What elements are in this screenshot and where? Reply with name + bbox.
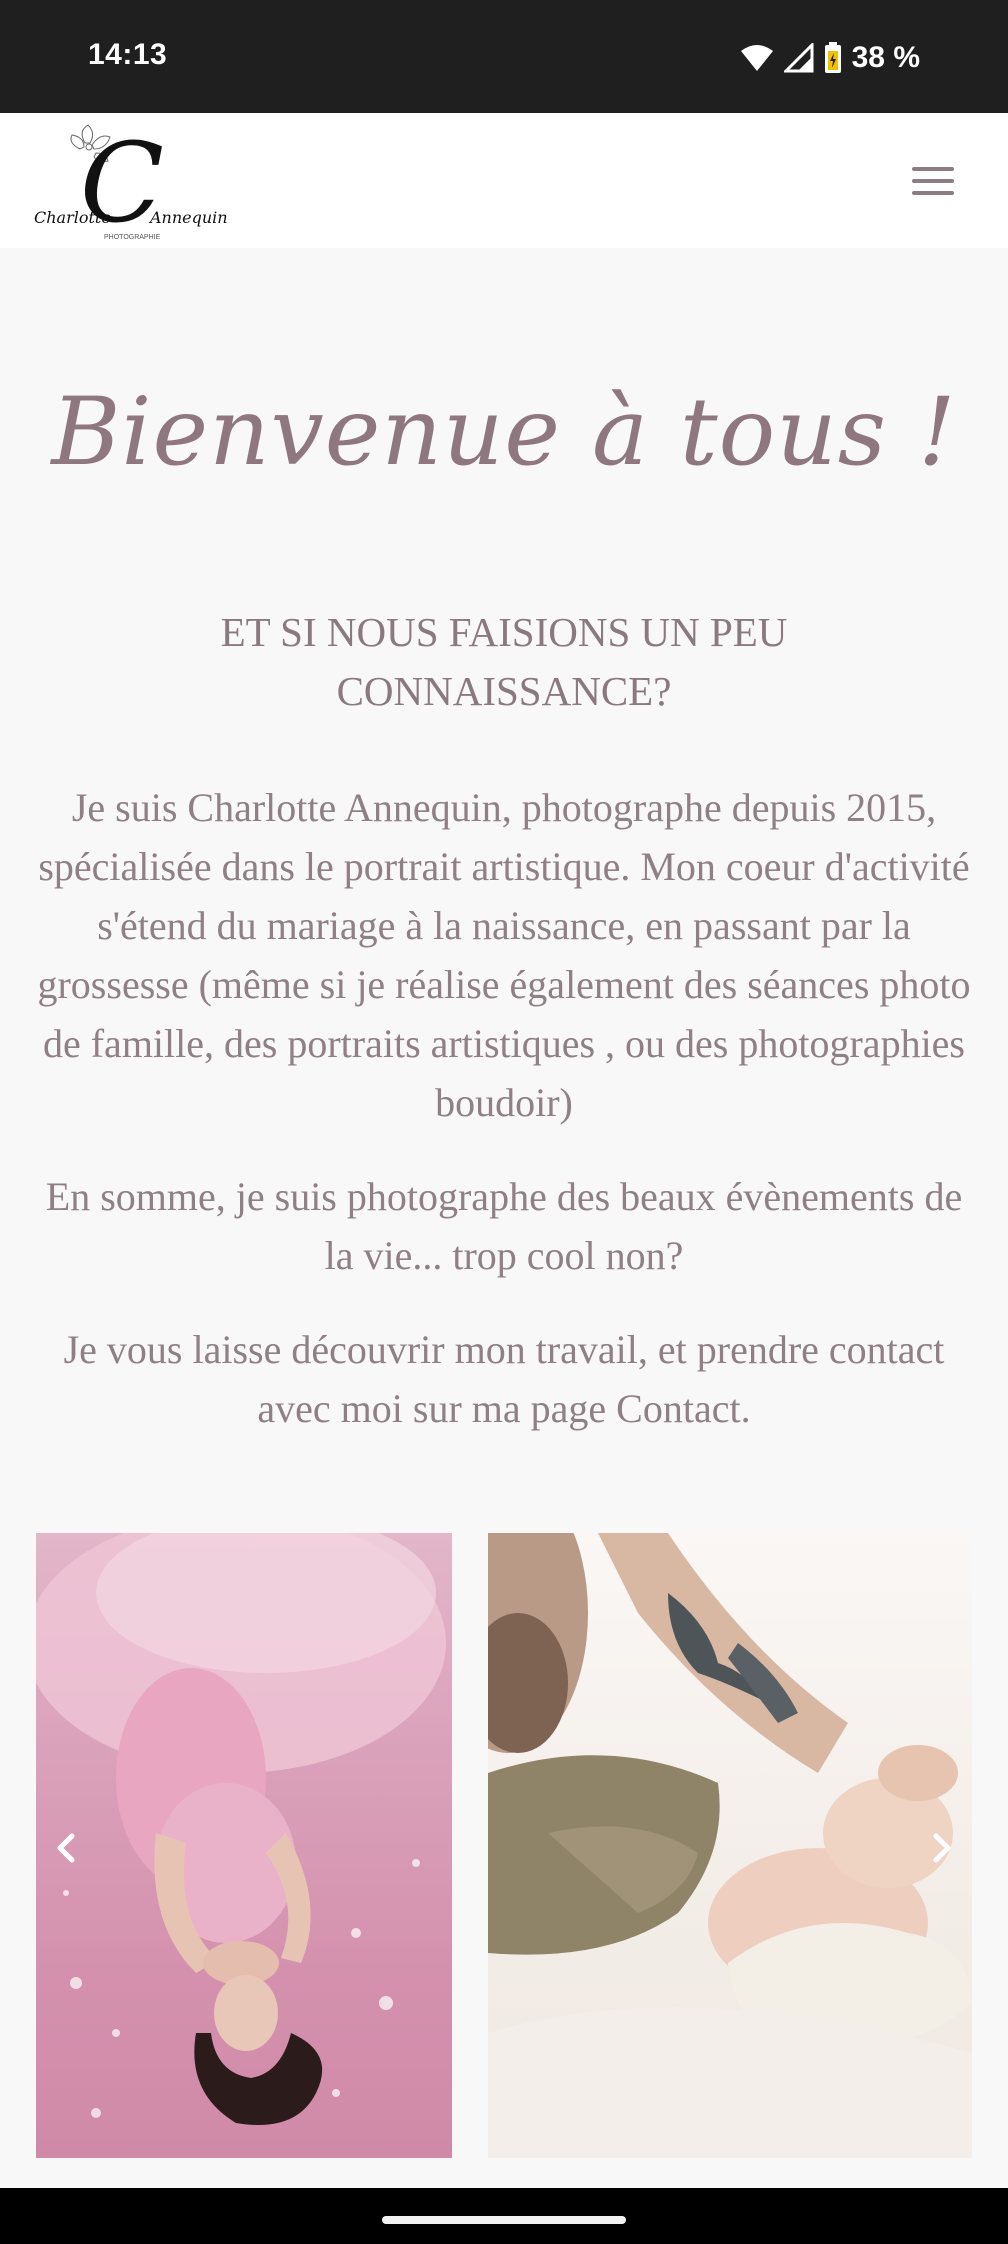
chevron-right-icon[interactable] — [922, 1823, 962, 1873]
intro-paragraph-3: Je vous laisse découvrir mon travail, et… — [63, 1327, 945, 1431]
wifi-icon — [740, 45, 773, 71]
logo-name-last: Annequin — [148, 208, 228, 227]
status-time: 14:13 — [88, 38, 168, 71]
home-gesture-bar[interactable] — [382, 2216, 626, 2224]
system-nav-bar — [0, 2188, 1008, 2244]
status-bar: 14:13 38 % — [0, 0, 1008, 113]
signal-icon — [783, 43, 814, 73]
status-icons: 38 % — [740, 38, 920, 78]
logo-initial: C — [80, 119, 164, 247]
battery-percentage: 38 % — [851, 41, 920, 74]
intro-paragraph-1: Je suis Charlotte Annequin, photographe … — [37, 785, 971, 1125]
logo-name-first: Charlotte — [34, 208, 111, 227]
main-content: Bienvenue à tous ! ET SI NOUS FAISIONS U… — [0, 248, 1008, 2188]
logo-subtitle: PHOTOGRAPHIE — [104, 234, 161, 241]
site-header: C Charlotte Annequin PHOTOGRAPHIE — [0, 113, 1008, 248]
section-subtitle: ET SI NOUS FAISIONS UN PEU CONNAISSANCE? — [220, 609, 788, 714]
welcome-heading: Bienvenue à tous ! — [51, 378, 957, 487]
logo[interactable]: C Charlotte Annequin PHOTOGRAPHIE — [30, 113, 240, 248]
carousel-photo-maternity[interactable] — [36, 1533, 452, 2158]
carousel-photo-newborn[interactable] — [488, 1533, 972, 2158]
intro-paragraph-2: En somme, je suis photographe des beaux … — [45, 1174, 963, 1278]
photo-carousel[interactable] — [36, 1533, 972, 2158]
chevron-left-icon[interactable] — [46, 1823, 86, 1873]
intro-text: Je suis Charlotte Annequin, photographe … — [30, 778, 978, 1473]
battery-icon — [824, 42, 841, 73]
hamburger-menu-icon[interactable] — [908, 161, 958, 201]
